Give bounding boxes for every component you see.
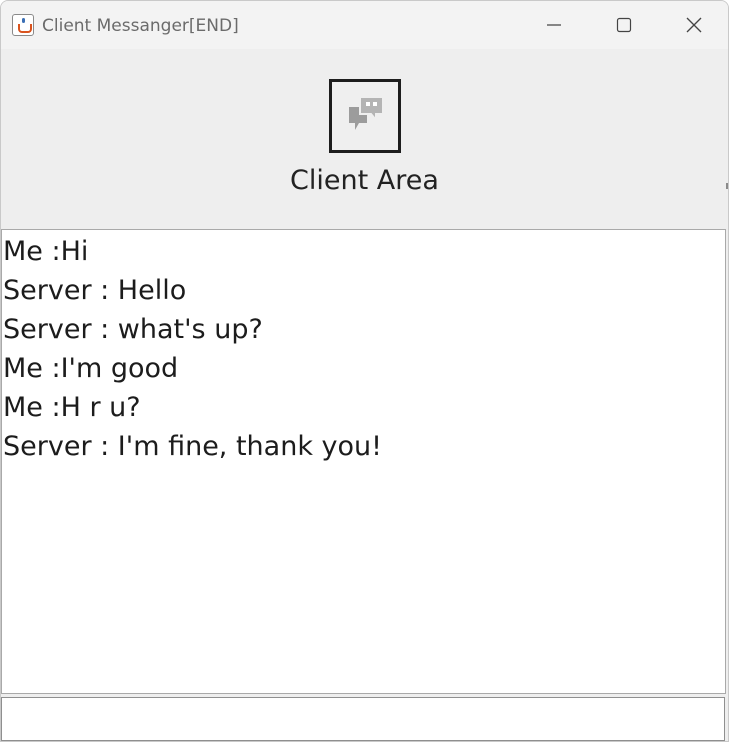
close-icon: [686, 17, 702, 33]
app-window: Client Messanger[END] Client Area Me:Hi…: [0, 0, 729, 742]
minimize-button[interactable]: [519, 1, 589, 49]
header-title: Client Area: [290, 165, 439, 196]
message-item: Server : Hello: [3, 275, 187, 306]
chat-history[interactable]: Me :Hi Server : Hello Server : what's up…: [1, 229, 726, 694]
message-item: Server : what's up?: [3, 314, 263, 345]
maximize-button[interactable]: [589, 1, 659, 49]
chat-logo: [329, 79, 401, 153]
header-panel: Client Area: [1, 49, 728, 229]
message-list: Me :Hi Server : Hello Server : what's up…: [2, 230, 725, 466]
close-button[interactable]: [659, 1, 728, 49]
message-input[interactable]: [1, 697, 725, 741]
title-bar[interactable]: Client Messanger[END]: [1, 1, 728, 49]
message-item: Me :Hi: [3, 236, 89, 267]
maximize-icon: [616, 17, 632, 33]
minimize-icon: [547, 24, 561, 26]
resize-handle[interactable]: [726, 183, 728, 189]
chat-bubbles-icon: [349, 96, 384, 130]
java-app-icon: [12, 14, 34, 36]
message-item: Me :I'm good: [3, 353, 179, 384]
message-item: Server : I'm fine, thank you!: [3, 431, 382, 462]
window-title: Client Messanger[END]: [42, 16, 239, 36]
message-item: Me :H r u?: [3, 392, 141, 423]
